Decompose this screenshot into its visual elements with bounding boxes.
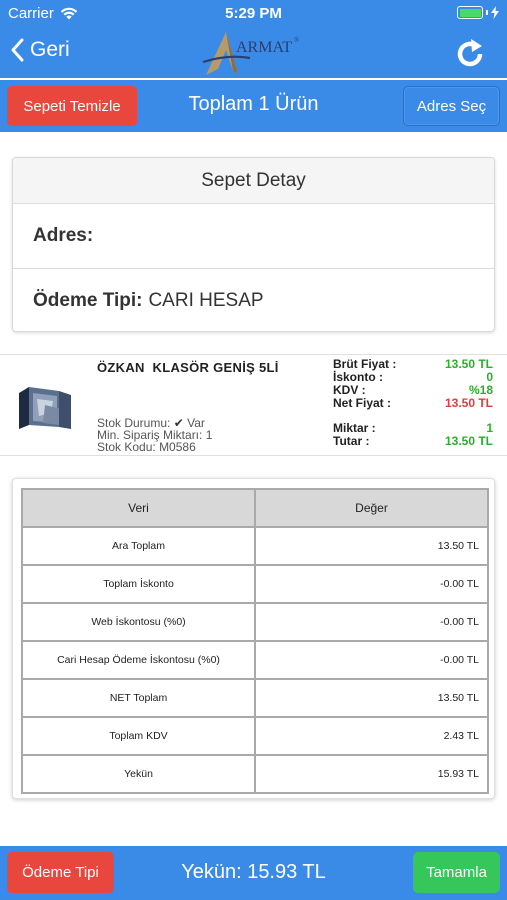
summary-value: 2.43 TL: [254, 716, 489, 756]
payment-type-row[interactable]: Ödeme Tipi: CARI HESAP: [13, 268, 494, 331]
grand-total: Yekün: 15.93 TL: [181, 861, 326, 883]
net-price-row: Net Fiyat : 13.50 TL: [333, 397, 493, 410]
nav-bar: Geri ARMAT ®: [0, 28, 507, 78]
payment-type-button[interactable]: Ödeme Tipi: [7, 852, 114, 893]
table-row: NET Toplam 13.50 TL: [20, 678, 489, 718]
address-label: Adres:: [33, 225, 94, 246]
logo-mark: ®: [294, 36, 300, 44]
summary-card: Veri Değer Ara Toplam 13.50 TL Toplam İs…: [12, 478, 495, 799]
summary-header-row: Veri Değer: [20, 488, 489, 528]
address-row[interactable]: Adres:: [13, 204, 494, 268]
summary-label: Cari Hesap Ödeme İskontosu (%0): [20, 640, 257, 680]
complete-order-button[interactable]: Tamamla: [413, 852, 500, 893]
logo-text: ARMAT: [236, 39, 292, 56]
summary-value: 13.50 TL: [254, 526, 489, 566]
refresh-icon[interactable]: [453, 37, 487, 71]
net-price-label: Net Fiyat :: [333, 396, 392, 410]
summary-value: 13.50 TL: [254, 678, 489, 718]
amount-row: Tutar : 13.50 TL: [333, 435, 493, 448]
cart-detail-card: Sepet Detay Adres: Ödeme Tipi: CARI HESA…: [12, 157, 495, 332]
price-block: Brüt Fiyat : 13.50 TL İskonto : 0 KDV : …: [333, 358, 493, 448]
summary-header-data: Veri: [20, 488, 257, 528]
amount-label: Tutar :: [333, 434, 370, 448]
bolt-icon: [491, 6, 499, 19]
status-time: 5:29 PM: [225, 5, 282, 22]
summary-value: -0.00 TL: [254, 564, 489, 604]
min-order-value: 1: [205, 428, 213, 442]
summary-label: Ara Toplam: [20, 526, 257, 566]
clear-cart-button[interactable]: Sepeti Temizle: [7, 86, 137, 126]
net-price-value: 13.50 TL: [444, 396, 493, 410]
back-label: Geri: [30, 38, 70, 61]
select-address-button[interactable]: Adres Seç: [403, 86, 500, 126]
battery-group: [457, 6, 499, 19]
table-row: Toplam İskonto -0.00 TL: [20, 564, 489, 604]
payment-type-label: Ödeme Tipi:: [33, 289, 143, 311]
product-info: Stok Durumu: ✔ Var Min. Sipariş Miktarı:…: [97, 417, 212, 453]
table-row: Yekün 15.93 TL: [20, 754, 489, 794]
cart-toolbar: Sepeti Temizle Toplam 1 Ürün Adres Seç: [0, 80, 507, 132]
status-bar: Carrier 5:29 PM: [0, 0, 507, 28]
product-image[interactable]: [15, 383, 78, 431]
summary-value: -0.00 TL: [254, 602, 489, 642]
app-root: Carrier 5:29 PM Geri ARMAT ® Sepeti Temi…: [0, 0, 507, 900]
battery-icon: [457, 6, 483, 19]
table-row: Ara Toplam 13.50 TL: [20, 526, 489, 566]
summary-value: 15.93 TL: [254, 754, 489, 794]
summary-value: -0.00 TL: [254, 640, 489, 680]
chevron-left-icon: [11, 38, 24, 62]
amount-value: 13.50 TL: [444, 434, 493, 448]
product-name[interactable]: ÖZKAN KLASÖR GENİŞ 5Lİ: [97, 360, 279, 375]
summary-header-value: Değer: [254, 488, 489, 528]
cart-item[interactable]: ÖZKAN KLASÖR GENİŞ 5Lİ Stok Durumu: ✔ Va…: [0, 354, 507, 456]
summary-label: Web İskontosu (%0): [20, 602, 257, 642]
payment-type-value: CARI HESAP: [148, 289, 264, 311]
stock-code-label: Stok Kodu:: [97, 440, 156, 454]
summary-label: NET Toplam: [20, 678, 257, 718]
battery-tip: [486, 10, 488, 15]
stock-code-line: Stok Kodu: M0586: [97, 441, 212, 453]
table-row: Web İskontosu (%0) -0.00 TL: [20, 602, 489, 642]
table-row: Toplam KDV 2.43 TL: [20, 716, 489, 756]
stock-code-value: M0586: [159, 440, 196, 454]
summary-label: Yekün: [20, 754, 257, 794]
armat-logo: ARMAT ®: [202, 32, 300, 75]
cart-detail-title: Sepet Detay: [13, 158, 494, 204]
summary-label: Toplam KDV: [20, 716, 257, 756]
cart-count-title: Toplam 1 Ürün: [188, 93, 319, 115]
back-button[interactable]: Geri: [10, 38, 70, 62]
checkout-bar: Ödeme Tipi Yekün: 15.93 TL Tamamla: [0, 846, 507, 900]
summary-label: Toplam İskonto: [20, 564, 257, 604]
summary-table: Veri Değer Ara Toplam 13.50 TL Toplam İs…: [20, 488, 489, 794]
table-row: Cari Hesap Ödeme İskontosu (%0) -0.00 TL: [20, 640, 489, 680]
